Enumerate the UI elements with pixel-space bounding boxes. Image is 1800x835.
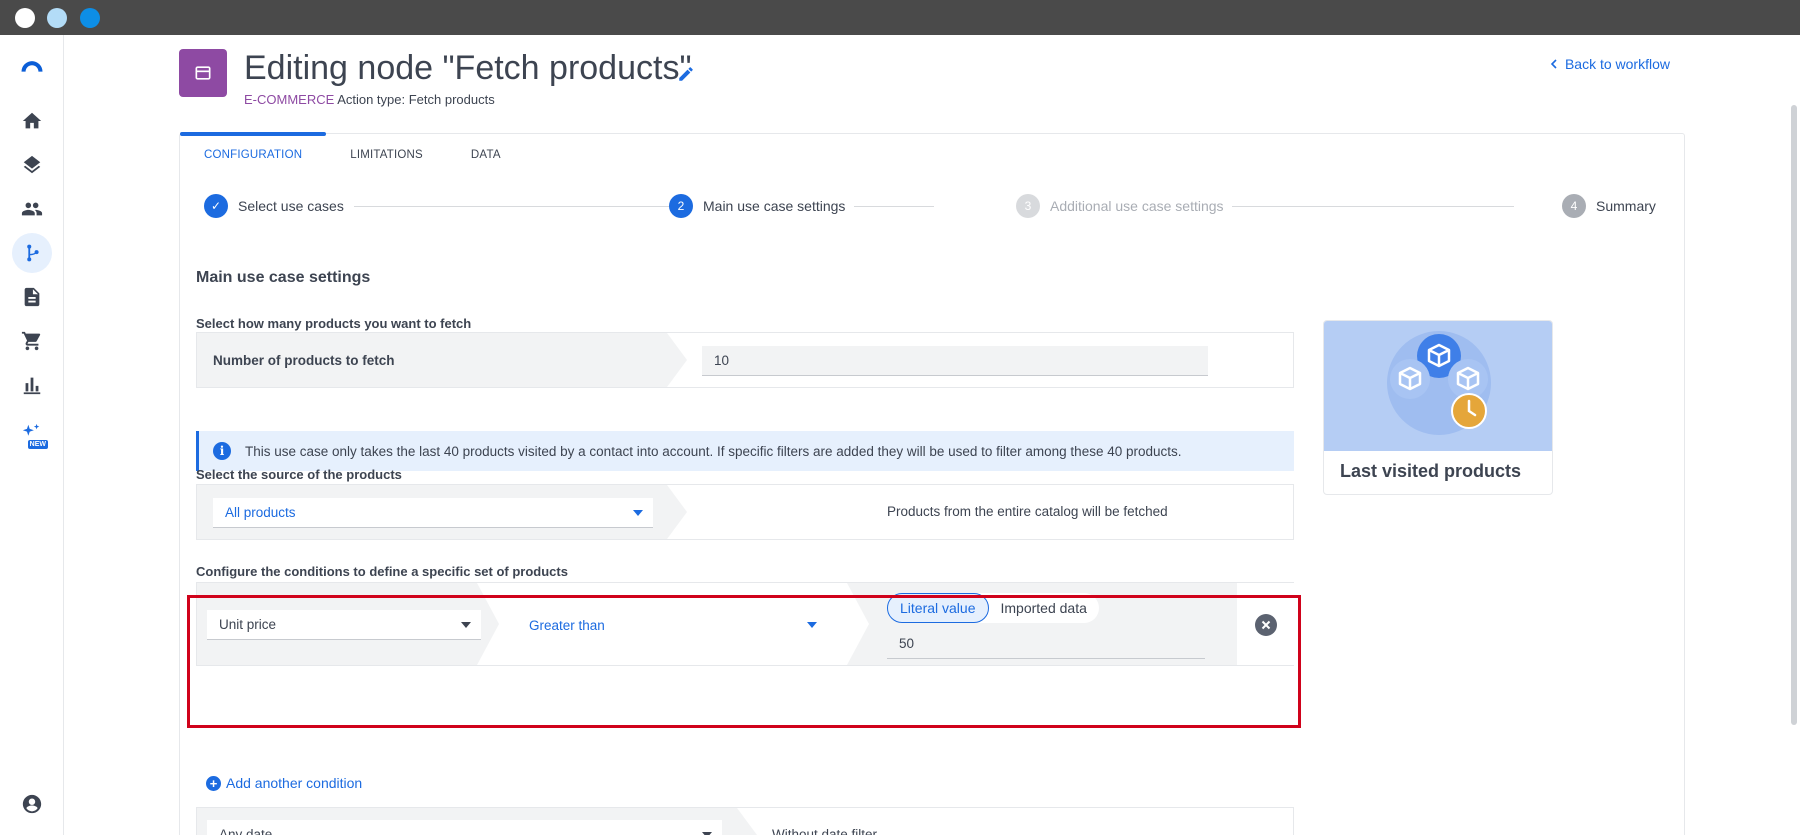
step-label: Additional use case settings (1050, 198, 1224, 214)
tab-configuration[interactable]: CONFIGURATION (180, 132, 327, 174)
window-titlebar (0, 0, 1800, 35)
contacts-icon[interactable] (12, 189, 52, 229)
logo-icon[interactable] (12, 47, 52, 87)
edit-title-icon[interactable] (677, 65, 695, 83)
info-banner: i This use case only takes the last 40 p… (196, 431, 1294, 471)
back-link-label: Back to workflow (1564, 56, 1670, 72)
chevron-divider (667, 333, 687, 387)
use-case-title: Last visited products (1340, 461, 1522, 481)
source-select[interactable]: All products (213, 498, 653, 528)
info-text: This use case only takes the last 40 pro… (245, 443, 1182, 459)
tab-data[interactable]: DATA (447, 134, 525, 174)
ai-sparkle-new-icon[interactable]: NEW (12, 413, 52, 453)
step-label: Select use cases (238, 198, 344, 214)
chevron-divider (737, 808, 757, 835)
fetch-count-row: Number of products to fetch 10 (196, 332, 1294, 388)
conditions-highlight-box (187, 595, 1301, 728)
new-badge: NEW (27, 440, 48, 449)
date-row: Any date Without date filter (196, 807, 1294, 835)
conditions-label: Configure the conditions to define a spe… (196, 564, 568, 579)
chart-icon[interactable] (12, 365, 52, 405)
chevron-down-icon (633, 510, 643, 516)
step-main-use-case-settings[interactable]: 2 Main use case settings (669, 194, 854, 218)
node-category: E-COMMERCE (244, 92, 335, 107)
use-case-card[interactable]: Last visited products (1323, 320, 1553, 495)
add-condition-button[interactable]: + Add another condition (206, 775, 362, 791)
account-icon[interactable] (12, 784, 52, 824)
fetch-count-label: Select how many products you want to fet… (196, 316, 472, 331)
date-filter-value: Any date (219, 827, 273, 835)
source-label: Select the source of the products (196, 467, 402, 482)
cart-icon[interactable] (12, 321, 52, 361)
date-filter-description: Without date filter (772, 827, 878, 835)
scrollbar[interactable] (1791, 105, 1797, 725)
home-icon[interactable] (12, 101, 52, 141)
chevron-left-icon (1550, 59, 1557, 69)
source-description: Products from the entire catalog will be… (887, 504, 1168, 519)
step-additional-use-case-settings[interactable]: 3 Additional use case settings (1016, 194, 1232, 218)
page-title: Editing node "Fetch products" (244, 49, 692, 87)
add-condition-label: Add another condition (226, 775, 363, 791)
source-select-value: All products (225, 505, 296, 520)
step-connector (854, 206, 934, 207)
window-maximize-button[interactable] (80, 8, 100, 28)
step-select-use-cases[interactable]: ✓ Select use cases (204, 194, 352, 218)
layers-icon[interactable] (12, 145, 52, 185)
stepper: ✓ Select use cases 2 Main use case setti… (204, 194, 1664, 224)
node-type-icon (179, 49, 227, 97)
fetch-count-row-label: Number of products to fetch (213, 352, 395, 368)
source-row: All products Products from the entire ca… (196, 484, 1294, 540)
node-action-type: Action type: Fetch products (337, 92, 495, 107)
step-number: 2 (669, 194, 693, 218)
step-number: 4 (1562, 194, 1586, 218)
step-label: Main use case settings (703, 198, 846, 214)
window-minimize-button[interactable] (47, 8, 67, 28)
document-icon[interactable] (12, 277, 52, 317)
fetch-count-input[interactable]: 10 (702, 346, 1208, 376)
sidebar: NEW (0, 35, 64, 835)
date-filter-select[interactable]: Any date (207, 820, 722, 835)
check-icon: ✓ (204, 194, 228, 218)
step-connector (354, 206, 684, 207)
plus-circle-icon: + (206, 775, 221, 791)
back-to-workflow-link[interactable]: Back to workflow (1549, 56, 1670, 72)
step-number: 3 (1016, 194, 1040, 218)
tab-bar: CONFIGURATION LIMITATIONS DATA (180, 132, 525, 174)
step-summary[interactable]: 4 Summary (1562, 194, 1664, 218)
use-case-illustration (1324, 321, 1552, 451)
window-close-button[interactable] (15, 8, 35, 28)
workflow-icon[interactable] (12, 233, 52, 273)
node-subtitle: E-COMMERCE Action type: Fetch products (244, 92, 495, 107)
step-label: Summary (1596, 198, 1656, 214)
info-icon: i (213, 442, 231, 460)
chevron-divider (667, 485, 687, 539)
tab-limitations[interactable]: LIMITATIONS (326, 134, 447, 174)
section-title: Main use case settings (196, 269, 371, 286)
